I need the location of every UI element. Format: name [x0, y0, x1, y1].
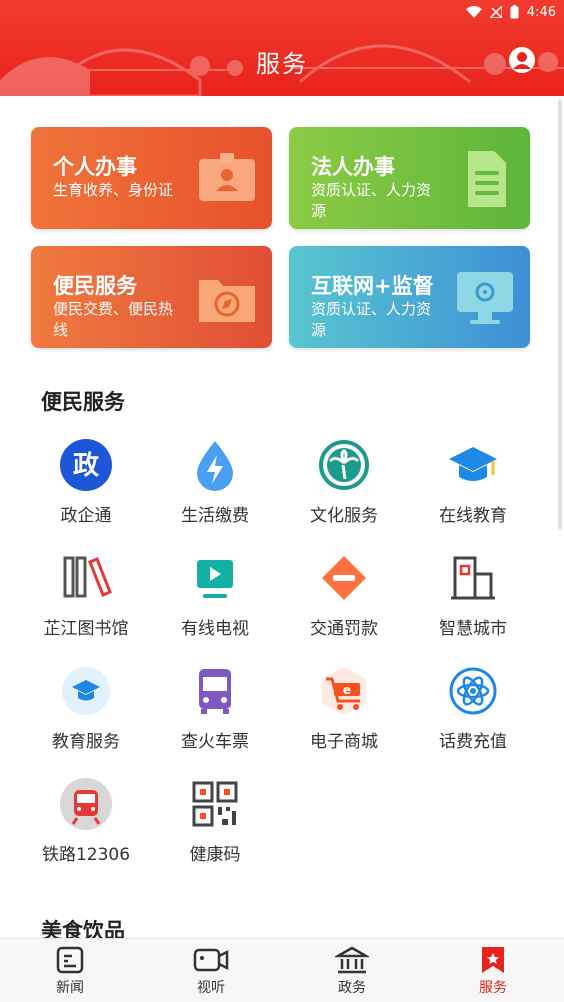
monitor-icon: [457, 272, 513, 324]
card-title: 互联网+监督: [311, 274, 434, 298]
service-item-health-code[interactable]: 健康码: [155, 778, 275, 878]
service-item-utility-payment[interactable]: 生活缴费: [155, 439, 275, 539]
service-item-smart-city[interactable]: 智慧城市: [413, 552, 533, 652]
section-title-convenience: 便民服务: [41, 390, 125, 414]
service-label: 政企通: [60, 506, 112, 526]
service-label: 生活缴费: [181, 506, 249, 526]
service-label: 芷江图书馆: [43, 619, 129, 639]
service-item-zhengqitong[interactable]: 政 政企通: [26, 439, 146, 539]
id-card-icon: [199, 153, 255, 201]
user-profile-icon[interactable]: [508, 46, 536, 74]
status-bar: 4:46: [465, 0, 564, 24]
service-item-train-tickets[interactable]: 查火车票: [155, 665, 275, 765]
nav-label: 视听: [197, 980, 225, 996]
service-label: 在线教育: [439, 506, 507, 526]
service-label: 电子商城: [310, 732, 378, 752]
service-item-online-education[interactable]: 在线教育: [413, 439, 533, 539]
train-icon: [60, 778, 112, 830]
nav-item-government[interactable]: 政务: [312, 945, 392, 1001]
atom-icon: [449, 667, 497, 715]
svg-text:e: e: [343, 683, 351, 697]
service-item-e-mall[interactable]: e 电子商城: [284, 665, 404, 765]
no-signal-icon: [489, 6, 502, 18]
card-legal-affairs[interactable]: 法人办事 资质认证、人力资源: [289, 127, 530, 229]
service-item-education-service[interactable]: 教育服务: [26, 665, 146, 765]
nav-label: 政务: [338, 980, 366, 996]
building-icon: [451, 556, 495, 600]
nav-item-video[interactable]: 视听: [171, 945, 251, 1001]
palm-tree-icon: [319, 440, 369, 490]
document-icon: [468, 151, 506, 207]
graduation-cap-icon: [449, 447, 497, 481]
service-label: 教育服务: [52, 732, 120, 752]
card-title: 个人办事: [53, 155, 137, 179]
service-item-cable-tv[interactable]: 有线电视: [155, 552, 275, 652]
service-label: 智慧城市: [439, 619, 507, 639]
scrollbar[interactable]: [558, 100, 562, 530]
page-title: 服务: [256, 50, 308, 78]
card-title: 便民服务: [53, 274, 137, 298]
bottom-nav: 新闻 视听 政务 服务: [0, 938, 564, 1002]
card-internet-supervision[interactable]: 互联网+监督 资质认证、人力资源: [289, 246, 530, 348]
education-cap-icon: [62, 667, 110, 715]
service-bookmark-icon: [482, 947, 504, 973]
service-item-traffic-fine[interactable]: 交通罚款: [284, 552, 404, 652]
nav-label: 服务: [479, 980, 507, 996]
service-item-phone-recharge[interactable]: 话费充值: [413, 665, 533, 765]
service-item-railway-12306[interactable]: 铁路12306: [26, 778, 146, 878]
tv-play-icon: [197, 560, 233, 598]
app-header: 4:46 服务: [0, 0, 564, 96]
service-label: 健康码: [189, 845, 241, 865]
water-drop-bolt-icon: [197, 441, 233, 491]
card-subtitle: 资质认证、人力资源: [311, 300, 432, 339]
service-item-library[interactable]: 芷江图书馆: [26, 552, 146, 652]
service-label: 交通罚款: [310, 619, 378, 639]
nav-label: 新闻: [56, 980, 84, 996]
zheng-badge-icon: 政: [60, 439, 112, 491]
service-label: 有线电视: [181, 619, 249, 639]
qr-code-icon: [192, 781, 238, 827]
service-label: 话费充值: [439, 732, 507, 752]
service-label: 铁路12306: [41, 845, 131, 865]
card-subtitle: 生育收养、身份证: [53, 181, 174, 199]
nav-item-news[interactable]: 新闻: [30, 945, 110, 1001]
status-time: 4:46: [526, 4, 556, 20]
card-convenience-services[interactable]: 便民服务 便民交费、便民热线: [31, 246, 272, 348]
card-title: 法人办事: [311, 155, 395, 179]
service-label: 查火车票: [181, 732, 249, 752]
books-icon: [63, 556, 112, 598]
compass-folder-icon: [199, 280, 255, 322]
shopping-cart-icon: e: [322, 667, 366, 715]
svg-text:政: 政: [73, 450, 99, 481]
card-personal-affairs[interactable]: 个人办事 生育收养、身份证: [31, 127, 272, 229]
battery-icon: [510, 5, 519, 19]
wifi-icon: [465, 6, 482, 18]
card-subtitle: 便民交费、便民热线: [53, 300, 174, 339]
no-entry-sign-icon: [322, 556, 366, 600]
nav-item-service[interactable]: 服务: [453, 945, 533, 1001]
bus-icon: [199, 669, 231, 714]
government-icon: [335, 946, 369, 974]
video-camera-icon: [193, 948, 229, 972]
service-item-culture[interactable]: 文化服务: [284, 439, 404, 539]
service-label: 文化服务: [310, 506, 378, 526]
news-icon: [56, 946, 84, 974]
card-subtitle: 资质认证、人力资源: [311, 181, 432, 220]
